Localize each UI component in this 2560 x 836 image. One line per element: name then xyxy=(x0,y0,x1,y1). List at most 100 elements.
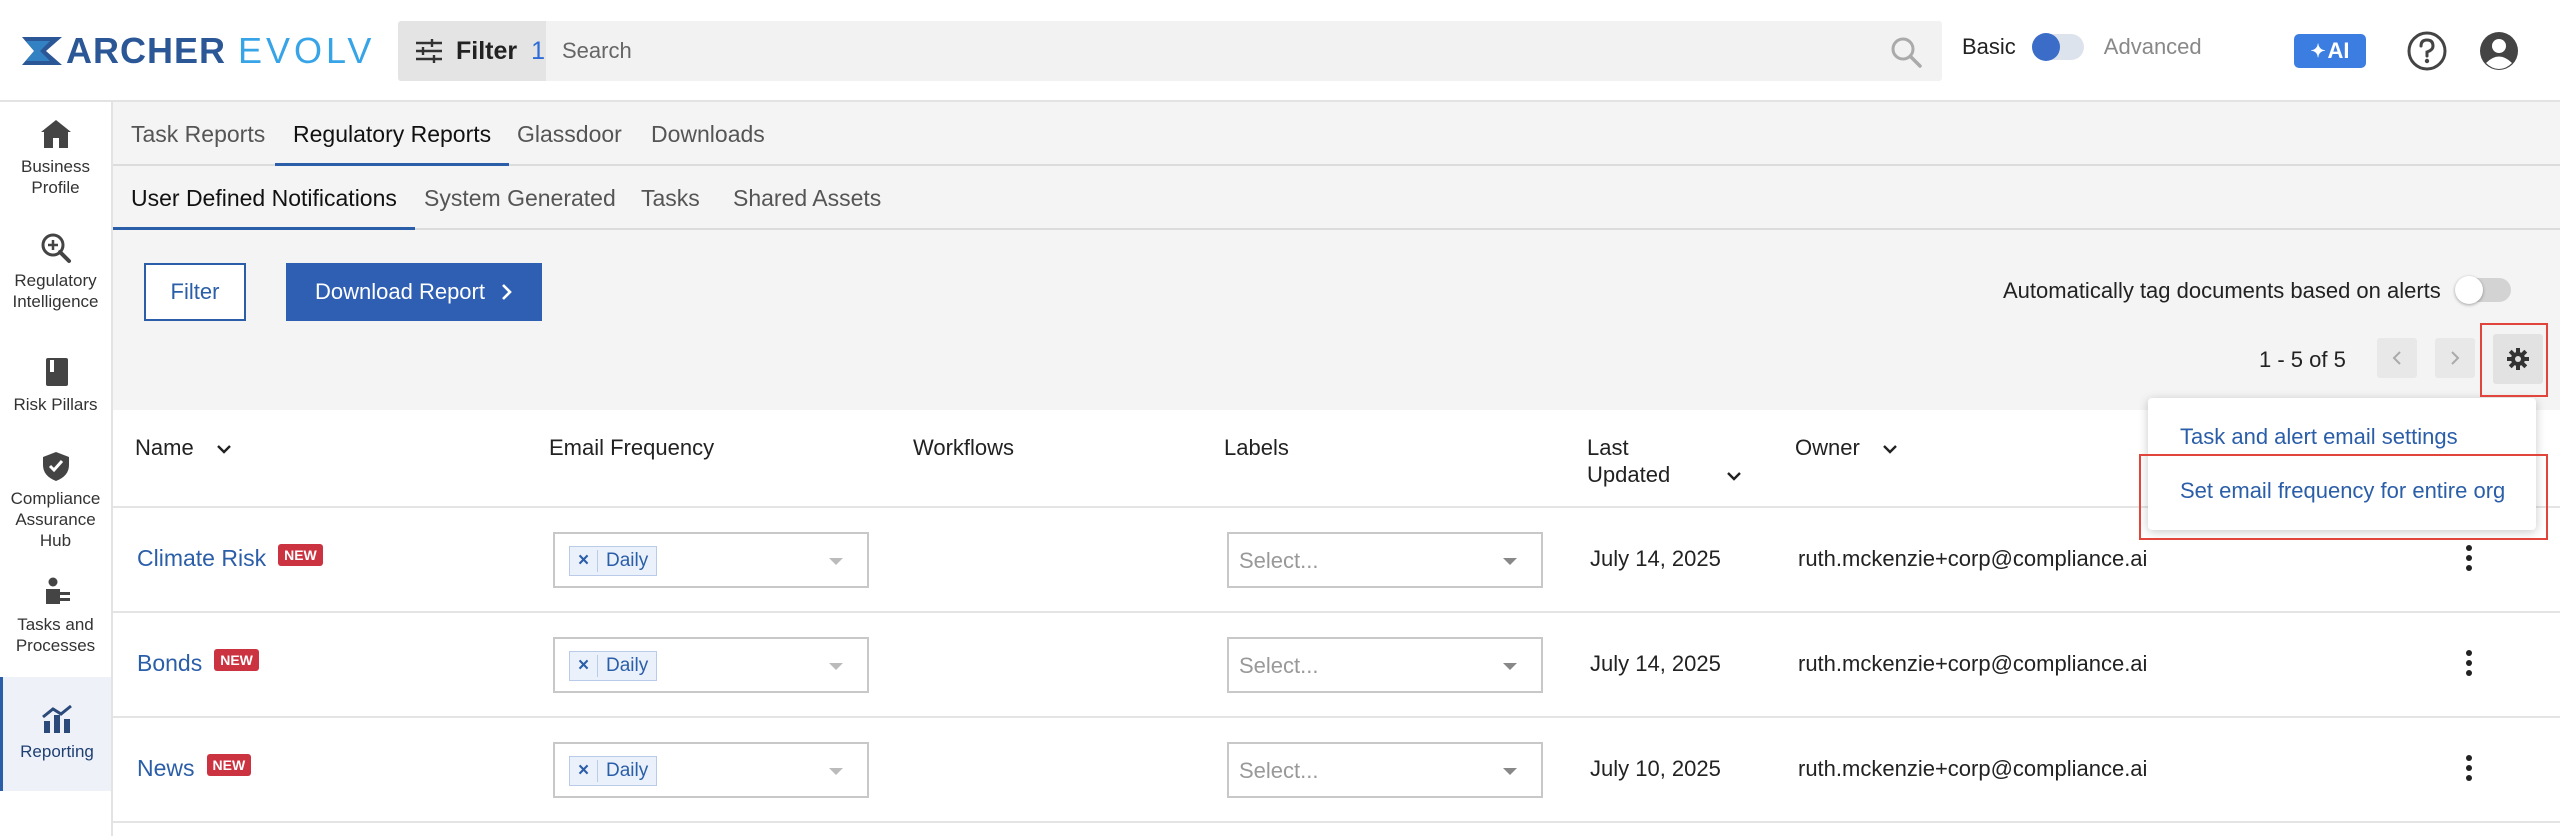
filter-button[interactable]: Filter xyxy=(144,263,246,321)
labels-select[interactable]: Select... xyxy=(1227,532,1543,588)
more-options-icon[interactable] xyxy=(2465,544,2473,572)
sidebar-item-label: Business Profile xyxy=(21,157,90,197)
search-mode-switch: Basic Advanced xyxy=(1962,33,2202,61)
notification-name-link[interactable]: Bonds xyxy=(137,650,202,676)
global-filter-label: Filter xyxy=(456,36,518,65)
sidebar-item-compliance-assurance-hub[interactable]: Compliance Assurance Hub xyxy=(0,450,111,560)
tab-glassdoor[interactable]: Glassdoor xyxy=(517,102,622,166)
mode-advanced-label: Advanced xyxy=(2103,34,2202,59)
column-header-label: Owner xyxy=(1795,435,1860,460)
next-page-button[interactable] xyxy=(2435,338,2475,378)
column-header-label: Name xyxy=(135,435,194,460)
sidebar-item-tasks-and-processes[interactable]: Tasks and Processes xyxy=(0,576,111,672)
user-avatar-icon[interactable] xyxy=(2478,30,2520,72)
ai-button[interactable]: ✦ AI xyxy=(2294,34,2366,68)
download-report-button[interactable]: Download Report xyxy=(286,263,542,321)
email-frequency-select[interactable]: × Daily xyxy=(553,637,869,693)
download-report-label: Download Report xyxy=(315,279,485,304)
chevron-down-icon xyxy=(1727,472,1742,481)
sidebar-item-regulatory-intelligence[interactable]: Regulatory Intelligence xyxy=(0,232,111,328)
frequency-chip: × Daily xyxy=(569,756,658,786)
remove-chip-icon[interactable]: × xyxy=(570,550,598,572)
logo-secondary-text: EVOLV xyxy=(238,30,376,71)
tab-system-generated[interactable]: System Generated xyxy=(424,166,616,230)
column-header-email-frequency: Email Frequency xyxy=(549,435,715,460)
remove-chip-icon[interactable]: × xyxy=(570,655,598,677)
remove-chip-icon[interactable]: × xyxy=(570,760,598,782)
more-options-icon[interactable] xyxy=(2465,649,2473,677)
global-filter-button[interactable]: Filter 1 xyxy=(398,21,546,81)
last-updated-cell: July 14, 2025 xyxy=(1590,651,1721,676)
labels-placeholder: Select... xyxy=(1239,548,1319,573)
frequency-chip: × Daily xyxy=(569,651,658,681)
notification-name-link[interactable]: News xyxy=(137,755,195,781)
frequency-chip: × Daily xyxy=(569,546,658,576)
tab-tasks[interactable]: Tasks xyxy=(641,166,700,230)
column-header-label: Last xyxy=(1587,435,1629,460)
secondary-tabs: User Defined Notifications System Genera… xyxy=(113,166,2560,230)
tab-shared-assets[interactable]: Shared Assets xyxy=(733,166,881,230)
new-badge: NEW xyxy=(206,754,252,776)
sparkle-icon: ✦ xyxy=(2310,40,2326,61)
labels-select[interactable]: Select... xyxy=(1227,742,1543,798)
auto-tag-label: Automatically tag documents based on ale… xyxy=(2003,278,2441,303)
tab-downloads[interactable]: Downloads xyxy=(651,102,765,166)
table-row: News NEW × Daily Select... July 10, 2025 r… xyxy=(113,718,2560,823)
sidebar-item-label: Tasks and Processes xyxy=(15,615,96,655)
previous-page-button[interactable] xyxy=(2377,338,2417,378)
book-icon xyxy=(45,358,68,386)
pagination-count: 1 - 5 of 5 xyxy=(2259,347,2346,372)
sidebar-item-risk-pillars[interactable]: Risk Pillars xyxy=(0,356,111,436)
tab-task-reports[interactable]: Task Reports xyxy=(131,102,265,166)
owner-cell: ruth.mckenzie+corp@compliance.ai xyxy=(1798,651,2148,676)
magnify-plus-icon xyxy=(41,233,71,263)
mode-toggle[interactable] xyxy=(2031,33,2084,61)
column-header-label: Updated xyxy=(1587,461,1742,488)
menu-item-highlight-box xyxy=(2139,454,2548,540)
notification-name-link[interactable]: Climate Risk xyxy=(137,545,266,571)
logo-mark-icon xyxy=(22,37,62,65)
frequency-chip-label: Daily xyxy=(606,655,649,676)
caret-down-icon xyxy=(829,558,843,565)
search-input[interactable] xyxy=(562,38,1862,64)
gear-highlight-box xyxy=(2480,323,2548,397)
chevron-down-icon xyxy=(216,445,231,454)
new-badge: NEW xyxy=(278,544,323,566)
caret-down-icon xyxy=(1503,558,1517,565)
sidebar-item-business-profile[interactable]: Business Profile xyxy=(0,118,111,214)
top-header: ARCHER EVOLV Filter 1 Basic Advanced ✦ A… xyxy=(0,0,2560,102)
more-options-icon[interactable] xyxy=(2465,754,2473,782)
column-header-name[interactable]: Name xyxy=(135,434,232,461)
column-header-owner[interactable]: Owner xyxy=(1795,434,1898,461)
tab-regulatory-reports[interactable]: Regulatory Reports xyxy=(275,102,510,166)
email-frequency-select[interactable]: × Daily xyxy=(553,532,869,588)
search-icon[interactable] xyxy=(1890,36,1922,68)
global-search-bar xyxy=(546,21,1942,81)
name-cell: News NEW xyxy=(137,754,252,782)
mode-toggle-knob xyxy=(2031,33,2060,61)
column-header-labels: Labels xyxy=(1224,435,1289,460)
chart-icon xyxy=(42,704,72,733)
menu-item-task-alert-email-settings[interactable]: Task and alert email settings xyxy=(2180,424,2458,450)
labels-select[interactable]: Select... xyxy=(1227,637,1543,693)
sidebar-item-reporting[interactable]: Reporting xyxy=(0,677,111,791)
labels-placeholder: Select... xyxy=(1239,653,1319,678)
tab-user-defined-notifications[interactable]: User Defined Notifications xyxy=(113,166,415,230)
shield-check-icon xyxy=(42,452,69,481)
help-icon[interactable] xyxy=(2406,30,2448,72)
sidebar-item-label: Reporting xyxy=(20,742,94,761)
name-cell: Bonds NEW xyxy=(137,649,259,677)
email-frequency-select[interactable]: × Daily xyxy=(553,742,869,798)
column-header-last-updated[interactable]: Last Updated xyxy=(1587,434,1742,488)
logo-primary-text: ARCHER xyxy=(66,30,227,71)
mode-basic-label: Basic xyxy=(1962,34,2016,59)
sliders-icon xyxy=(416,39,442,63)
archer-evolv-logo[interactable]: ARCHER EVOLV xyxy=(22,30,375,72)
sidebar-item-label: Risk Pillars xyxy=(13,395,98,414)
report-toolbar: Filter Download Report Automatically tag… xyxy=(113,230,2560,410)
caret-down-icon xyxy=(829,768,843,775)
home-icon xyxy=(40,120,71,148)
left-sidebar: Business Profile Regulatory Intelligence… xyxy=(0,102,113,836)
auto-tag-toggle[interactable] xyxy=(2455,276,2511,304)
primary-tabs: Task Reports Regulatory Reports Glassdoo… xyxy=(113,102,2560,166)
